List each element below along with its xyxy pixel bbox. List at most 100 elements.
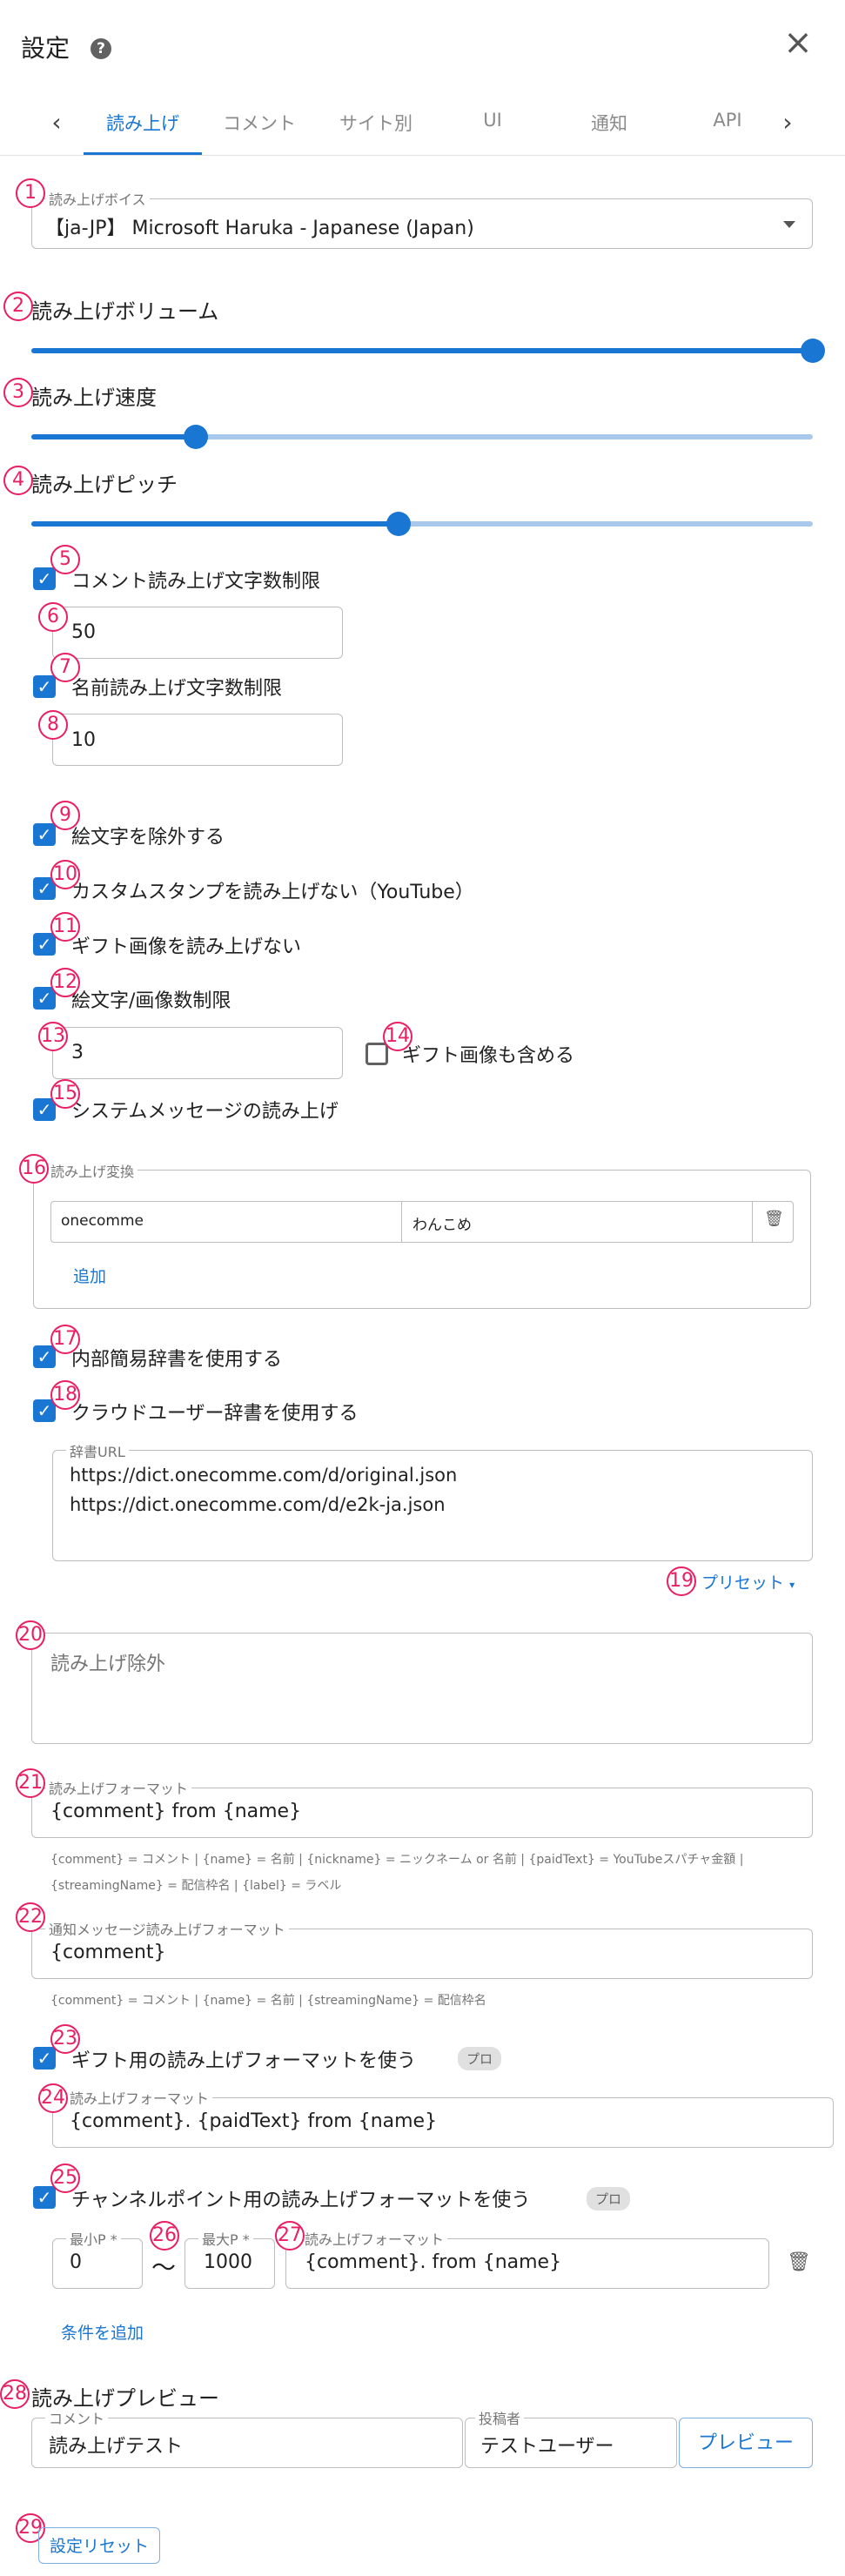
volume-slider-thumb[interactable] bbox=[801, 339, 825, 363]
voice-value: 【ja-JP】 Microsoft Haruka - Japanese (Jap… bbox=[45, 218, 474, 239]
chevron-left-icon[interactable]: ‹ bbox=[44, 108, 70, 137]
tab-indicator bbox=[84, 152, 202, 155]
caret-small-icon: ▾ bbox=[789, 1579, 795, 1591]
badge-2: 2 bbox=[3, 292, 33, 321]
badge-14: 14 bbox=[383, 1022, 412, 1051]
dict-url-line-2: https://dict.onecomme.com/d/e2k-ja.json bbox=[70, 1494, 446, 1515]
pro-badge: プロ bbox=[458, 2047, 502, 2070]
dict-url-line-1: https://dict.onecomme.com/d/original.jso… bbox=[70, 1465, 458, 1486]
include-gift-label: ギフト画像も含める bbox=[402, 1045, 575, 1067]
preview-button[interactable]: プレビュー bbox=[679, 2418, 813, 2468]
badge-18: 18 bbox=[50, 1380, 80, 1410]
caret-down-icon[interactable] bbox=[783, 221, 795, 228]
name-limit-checkbox[interactable]: ✓ bbox=[33, 675, 56, 698]
badge-17: 17 bbox=[50, 1325, 80, 1354]
help-icon[interactable]: ? bbox=[91, 38, 111, 59]
close-icon[interactable]: × bbox=[783, 25, 813, 60]
speed-slider-thumb[interactable] bbox=[183, 425, 208, 449]
internal-dict-label: 内部簡易辞書を使用する bbox=[71, 1349, 283, 1371]
conversion-add-button[interactable]: 追加 bbox=[73, 1264, 106, 1287]
volume-slider-fill bbox=[31, 348, 813, 353]
tab-notify[interactable]: 通知 bbox=[557, 110, 661, 136]
pitch-label: 読み上げピッチ bbox=[31, 473, 178, 497]
range-tilde: 〜 bbox=[151, 2253, 177, 2282]
tab-divider bbox=[0, 155, 845, 156]
emoji-limit-input[interactable] bbox=[52, 1027, 343, 1079]
preview-comment-label: コメント bbox=[45, 2407, 109, 2428]
add-condition-button[interactable]: 条件を追加 bbox=[61, 2320, 144, 2344]
gift-format-checkbox[interactable]: ✓ bbox=[33, 2047, 56, 2070]
volume-label: 読み上げボリューム bbox=[31, 299, 219, 324]
format-label: 読み上げフォーマット bbox=[45, 1777, 192, 1798]
delete-condition-icon[interactable]: 🗑 bbox=[787, 2251, 811, 2273]
conversion-to-value: わんこめ bbox=[412, 1217, 472, 1234]
emoji-limit-value: 3 bbox=[71, 1042, 84, 1063]
tab-ui[interactable]: UI bbox=[440, 110, 545, 131]
badge-1: 1 bbox=[16, 178, 45, 208]
tab-site[interactable]: サイト別 bbox=[324, 110, 428, 136]
format-value: {comment} from {name} bbox=[50, 1801, 302, 1822]
badge-15: 15 bbox=[50, 1079, 80, 1109]
tab-api[interactable]: API bbox=[675, 110, 780, 131]
exclude-emoji-label: 絵文字を除外する bbox=[71, 827, 225, 849]
gift-format-value: {comment}. {paidText} from {name} bbox=[70, 2110, 438, 2132]
badge-22: 22 bbox=[16, 1902, 45, 1932]
notify-format-hint: {comment} = コメント | {name} = 名前 | {stream… bbox=[50, 1994, 486, 2008]
badge-16: 16 bbox=[19, 1154, 49, 1184]
comment-limit-label: コメント読み上げ文字数制限 bbox=[71, 571, 321, 593]
comment-limit-input[interactable] bbox=[52, 607, 343, 659]
exclusion-placeholder: 読み上げ除外 bbox=[50, 1654, 166, 1675]
format-hint-2: {streamingName} = 配信枠名 | {label} = ラベル bbox=[50, 1879, 342, 1893]
preview-author-label: 投稿者 bbox=[475, 2407, 525, 2428]
badge-23: 23 bbox=[50, 2024, 80, 2054]
channel-format-checkbox[interactable]: ✓ bbox=[33, 2186, 56, 2209]
min-point-value: 0 bbox=[70, 2251, 82, 2273]
pro-badge-channel: プロ bbox=[587, 2187, 631, 2210]
gift-format-label: 読み上げフォーマット bbox=[66, 2087, 213, 2108]
preset-label: プリセット bbox=[701, 1573, 785, 1593]
trash-icon: 🗑 bbox=[764, 1210, 784, 1228]
name-limit-input[interactable] bbox=[52, 714, 343, 766]
badge-19: 19 bbox=[667, 1566, 696, 1596]
emoji-limit-label: 絵文字/画像数制限 bbox=[71, 990, 231, 1012]
name-limit-value: 10 bbox=[71, 729, 96, 751]
reset-button[interactable]: 設定リセット bbox=[38, 2527, 160, 2564]
comment-limit-value: 50 bbox=[71, 621, 96, 643]
badge-3: 3 bbox=[3, 378, 33, 407]
badge-10: 10 bbox=[50, 860, 80, 889]
page-title: 設定 bbox=[21, 34, 70, 63]
comment-limit-checkbox[interactable]: ✓ bbox=[33, 567, 56, 590]
badge-27: 27 bbox=[275, 2221, 305, 2251]
no-gift-image-label: ギフト画像を読み上げない bbox=[71, 936, 302, 958]
badge-7: 7 bbox=[50, 653, 80, 682]
name-limit-label: 名前読み上げ文字数制限 bbox=[71, 678, 283, 700]
tab-yomiage[interactable]: 読み上げ bbox=[91, 110, 195, 136]
cloud-dict-label: クラウドユーザー辞書を使用する bbox=[71, 1403, 359, 1425]
speed-label: 読み上げ速度 bbox=[31, 386, 157, 410]
max-point-value: 1000 bbox=[204, 2251, 252, 2273]
preset-button[interactable]: プリセット ▾ bbox=[701, 1570, 795, 1593]
notify-format-value: {comment} bbox=[50, 1942, 166, 1963]
chevron-right-icon[interactable]: › bbox=[775, 108, 801, 137]
max-point-label: 最大P * bbox=[198, 2228, 253, 2249]
badge-9: 9 bbox=[50, 801, 80, 830]
format-hint-1: {comment} = コメント | {name} = 名前 | {nickna… bbox=[50, 1853, 744, 1867]
exclude-emoji-checkbox[interactable]: ✓ bbox=[33, 823, 56, 846]
badge-5: 5 bbox=[50, 545, 80, 574]
badge-6: 6 bbox=[38, 602, 68, 632]
channel-format-value: {comment}. from {name} bbox=[305, 2251, 562, 2273]
badge-24: 24 bbox=[38, 2083, 68, 2113]
channel-format-check-label: チャンネルポイント用の読み上げフォーマットを使う bbox=[71, 2190, 531, 2211]
conversion-from-value: onecomme bbox=[61, 1212, 144, 1230]
badge-21: 21 bbox=[16, 1768, 45, 1798]
pitch-slider-fill bbox=[31, 521, 399, 527]
speed-slider-fill bbox=[31, 434, 196, 439]
voice-label: 読み上げボイス bbox=[45, 188, 150, 209]
no-custom-stamp-label: カスタムスタンプを読み上げない（YouTube） bbox=[71, 882, 474, 903]
preview-author-value: テストユーザー bbox=[480, 2436, 614, 2458]
badge-12: 12 bbox=[50, 968, 80, 997]
notify-format-label: 通知メッセージ読み上げフォーマット bbox=[45, 1918, 289, 1939]
pitch-slider-thumb[interactable] bbox=[386, 512, 412, 536]
badge-26: 26 bbox=[150, 2221, 179, 2251]
tab-comment[interactable]: コメント bbox=[207, 110, 312, 136]
